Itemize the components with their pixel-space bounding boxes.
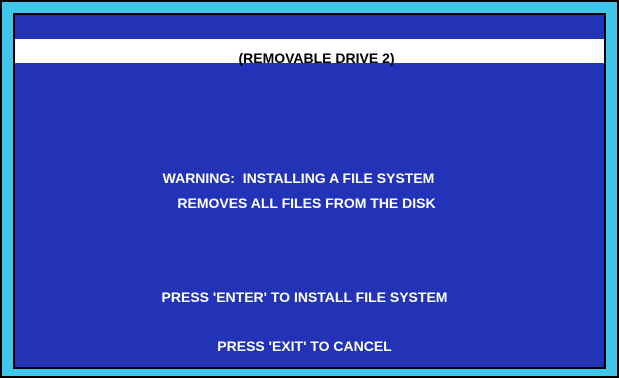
warning-line-2: REMOVES ALL FILES FROM THE DISK xyxy=(177,195,436,211)
exit-instruction: PRESS 'EXIT' TO CANCEL xyxy=(217,338,392,354)
dialog-panel: (REMOVABLE DRIVE 2) WARNING: INSTALLING … xyxy=(13,13,606,369)
drive-title: (REMOVABLE DRIVE 2) xyxy=(238,50,395,66)
enter-instruction: PRESS 'ENTER' TO INSTALL FILE SYSTEM xyxy=(161,289,448,305)
dialog-window: (REMOVABLE DRIVE 2) WARNING: INSTALLING … xyxy=(0,0,619,378)
title-bar: (REMOVABLE DRIVE 2) xyxy=(15,39,604,66)
warning-line-1: WARNING: INSTALLING A FILE SYSTEM xyxy=(162,170,435,186)
